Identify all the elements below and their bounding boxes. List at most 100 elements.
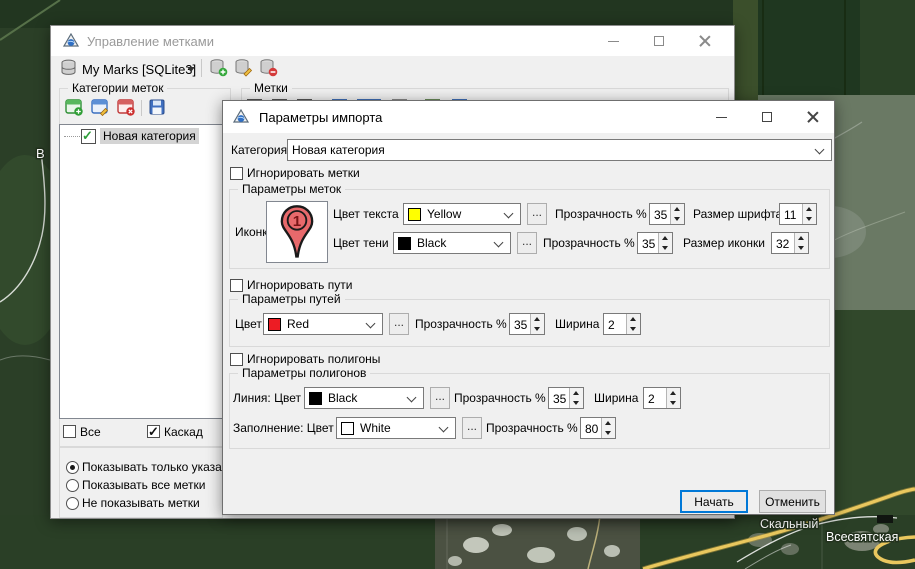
spin-up[interactable] <box>803 204 816 214</box>
path-opacity-spinner[interactable]: 35 <box>509 313 545 335</box>
icon-size-spinner[interactable]: 32 <box>771 232 809 254</box>
dialog-app-icon <box>233 109 249 125</box>
category-delete-button[interactable] <box>117 98 136 117</box>
polygon-fill-browse-button[interactable]: ... <box>462 417 482 439</box>
paths-params-label: Параметры путей <box>238 292 345 306</box>
polygons-params-groupbox: Параметры полигонов <box>229 373 830 449</box>
spin-up[interactable] <box>602 418 615 428</box>
dialog-minimize-button[interactable] <box>698 101 744 133</box>
radio-show-selected[interactable] <box>66 461 79 474</box>
icon-preview[interactable]: 1 <box>266 201 328 263</box>
spin-down[interactable] <box>602 428 615 438</box>
spin-down[interactable] <box>531 324 544 334</box>
polygon-line-opacity-spinner[interactable]: 35 <box>548 387 584 409</box>
save-button[interactable] <box>148 98 166 116</box>
category-tree[interactable]: Новая категория <box>59 124 223 419</box>
cancel-button[interactable]: Отменить <box>759 490 826 513</box>
path-color-combobox[interactable]: Red <box>263 313 383 335</box>
category-combobox[interactable]: Новая категория <box>287 139 832 161</box>
spin-up[interactable] <box>659 233 672 243</box>
text-color-browse-button[interactable]: ... <box>527 203 547 225</box>
spin-up[interactable] <box>795 233 808 243</box>
text-color-label: Цвет текста <box>333 207 399 221</box>
ignore-paths-checkbox[interactable] <box>230 279 243 292</box>
tree-item-label[interactable]: Новая категория <box>100 128 199 144</box>
marks-group-label: Метки <box>250 81 292 95</box>
category-edit-button[interactable] <box>91 98 110 117</box>
polygon-line-color-combobox[interactable]: Black <box>304 387 424 409</box>
cascade-checkbox-label: Каскад <box>164 425 203 439</box>
dialog-close-button[interactable] <box>790 101 836 133</box>
minimize-icon <box>608 41 619 42</box>
database-icon <box>60 59 77 76</box>
map-label-town1: Скальный <box>760 517 818 531</box>
category-add-button[interactable] <box>65 98 84 117</box>
radio-show-all[interactable] <box>66 479 79 492</box>
text-color-combobox[interactable]: Yellow <box>403 203 521 225</box>
spin-down[interactable] <box>667 398 680 408</box>
tree-item-checkbox[interactable] <box>81 129 96 144</box>
polygon-line-browse-button[interactable]: ... <box>430 387 450 409</box>
cascade-checkbox[interactable] <box>147 425 160 438</box>
main-titlebar[interactable]: Управление метками <box>51 26 734 56</box>
polygons-params-label: Параметры полигонов <box>238 366 370 380</box>
spin-down[interactable] <box>803 214 816 224</box>
chevron-down-icon <box>366 319 376 329</box>
radio-show-all-label: Показывать все метки <box>82 478 205 492</box>
polygon-line-opacity-label: Прозрачность % <box>454 391 546 405</box>
spin-down[interactable] <box>795 243 808 253</box>
svg-text:1: 1 <box>293 213 301 230</box>
spin-up[interactable] <box>667 388 680 398</box>
radio-show-selected-label: Показывать только указанн <box>82 460 223 474</box>
map-label-town2: Всесвятская <box>826 530 898 544</box>
radio-show-none[interactable] <box>66 497 79 510</box>
shadow-color-browse-button[interactable]: ... <box>517 232 537 254</box>
db-edit-button[interactable] <box>234 58 253 77</box>
db-add-button[interactable] <box>209 58 228 77</box>
dialog-titlebar[interactable]: Параметры импорта <box>223 101 834 133</box>
chevron-down-icon <box>407 393 417 403</box>
main-window-title: Управление метками <box>87 34 214 49</box>
polygon-fill-label: Заполнение: Цвет <box>233 421 334 435</box>
font-size-spinner[interactable]: 11 <box>779 203 817 225</box>
polygon-line-width-spinner[interactable]: 2 <box>643 387 681 409</box>
ignore-marks-checkbox[interactable] <box>230 167 243 180</box>
db-delete-button[interactable] <box>259 58 278 77</box>
path-width-spinner[interactable]: 2 <box>603 313 641 335</box>
categories-group-label: Категории меток <box>68 81 167 95</box>
import-parameters-dialog: Параметры импорта Категория: Новая катег… <box>222 100 835 515</box>
shadow-color-combobox[interactable]: Black <box>393 232 511 254</box>
ignore-polygons-checkbox[interactable] <box>230 353 243 366</box>
ignore-paths-label: Игнорировать пути <box>247 278 352 292</box>
main-minimize-button[interactable] <box>590 26 636 56</box>
spin-down[interactable] <box>627 324 640 334</box>
spin-down[interactable] <box>671 214 684 224</box>
spin-up[interactable] <box>570 388 583 398</box>
dialog-maximize-button[interactable] <box>744 101 790 133</box>
db-selector-dropdown[interactable] <box>187 67 195 76</box>
polygon-fill-opacity-spinner[interactable]: 80 <box>580 417 616 439</box>
start-button[interactable]: Начать <box>680 490 748 513</box>
shadow-opacity-spinner[interactable]: 35 <box>637 232 673 254</box>
chevron-down-icon <box>494 238 504 248</box>
main-maximize-button[interactable] <box>636 26 682 56</box>
chevron-down-icon <box>815 145 825 155</box>
text-opacity-spinner[interactable]: 35 <box>649 203 685 225</box>
close-icon <box>699 35 711 47</box>
spin-down[interactable] <box>659 243 672 253</box>
tree-connector <box>64 136 80 137</box>
polygon-fill-color-combobox[interactable]: White <box>336 417 456 439</box>
spin-up[interactable] <box>671 204 684 214</box>
main-close-button[interactable] <box>682 26 728 56</box>
path-color-browse-button[interactable]: ... <box>389 313 409 335</box>
all-checkbox[interactable] <box>63 425 76 438</box>
spin-down[interactable] <box>570 398 583 408</box>
path-width-label: Ширина <box>555 317 599 331</box>
ignore-marks-label: Игнорировать метки <box>247 166 360 180</box>
spin-up[interactable] <box>531 314 544 324</box>
db-selector-label: My Marks [SQLite3] <box>82 62 196 77</box>
polygon-fill-opacity-label: Прозрачность % <box>486 421 578 435</box>
spin-up[interactable] <box>627 314 640 324</box>
category-label: Категория: <box>231 143 290 157</box>
map-pin-icon: 1 <box>276 204 318 260</box>
